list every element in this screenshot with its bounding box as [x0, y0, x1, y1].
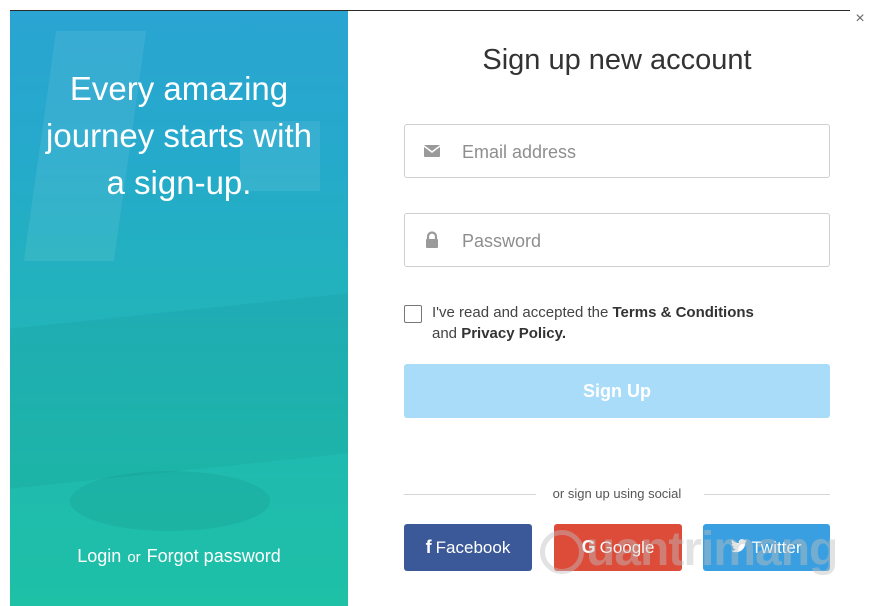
twitter-icon — [731, 537, 748, 558]
terms-middle: and — [432, 325, 462, 342]
terms-prefix: I've read and accepted the — [432, 304, 613, 321]
tagline: Every amazing journey starts with a sign… — [10, 65, 348, 206]
tagline-line: a sign-up. — [106, 164, 252, 201]
google-label: Google — [599, 537, 655, 557]
login-link[interactable]: Login — [77, 546, 121, 566]
tagline-line: Every amazing — [69, 70, 289, 107]
google-icon: G — [581, 537, 596, 557]
email-input[interactable] — [460, 125, 819, 179]
form-title: Sign up new account — [482, 44, 752, 76]
signup-button[interactable]: Sign Up — [404, 364, 830, 418]
password-field[interactable] — [404, 213, 830, 268]
envelope-icon — [423, 142, 441, 160]
facebook-label: Facebook — [435, 537, 511, 557]
or-text: or — [127, 549, 141, 566]
background-shape — [70, 471, 270, 531]
promo-panel: Every amazing journey starts with a sign… — [10, 11, 348, 606]
lock-icon — [423, 231, 441, 249]
twitter-button[interactable]: Twitter — [703, 524, 830, 571]
facebook-button[interactable]: f Facebook — [404, 524, 532, 571]
terms-text: I've read and accepted the Terms & Condi… — [432, 302, 832, 344]
background-shape — [10, 293, 348, 489]
forgot-password-link[interactable]: Forgot password — [147, 546, 281, 566]
password-input[interactable] — [460, 214, 819, 268]
facebook-icon: f — [425, 537, 432, 557]
tagline-line: journey starts with — [46, 117, 312, 154]
terms-checkbox[interactable] — [404, 305, 422, 323]
email-field[interactable] — [404, 124, 830, 179]
account-links: Login or Forgot password — [10, 546, 348, 567]
terms-link[interactable]: Terms & Conditions — [613, 304, 754, 321]
close-icon[interactable]: × — [853, 11, 867, 27]
google-button[interactable]: G Google — [554, 524, 682, 571]
privacy-link[interactable]: Privacy Policy. — [461, 325, 566, 342]
divider-line — [704, 494, 830, 495]
twitter-label: Twitter — [751, 537, 802, 557]
social-divider: or sign up using social — [404, 486, 830, 504]
